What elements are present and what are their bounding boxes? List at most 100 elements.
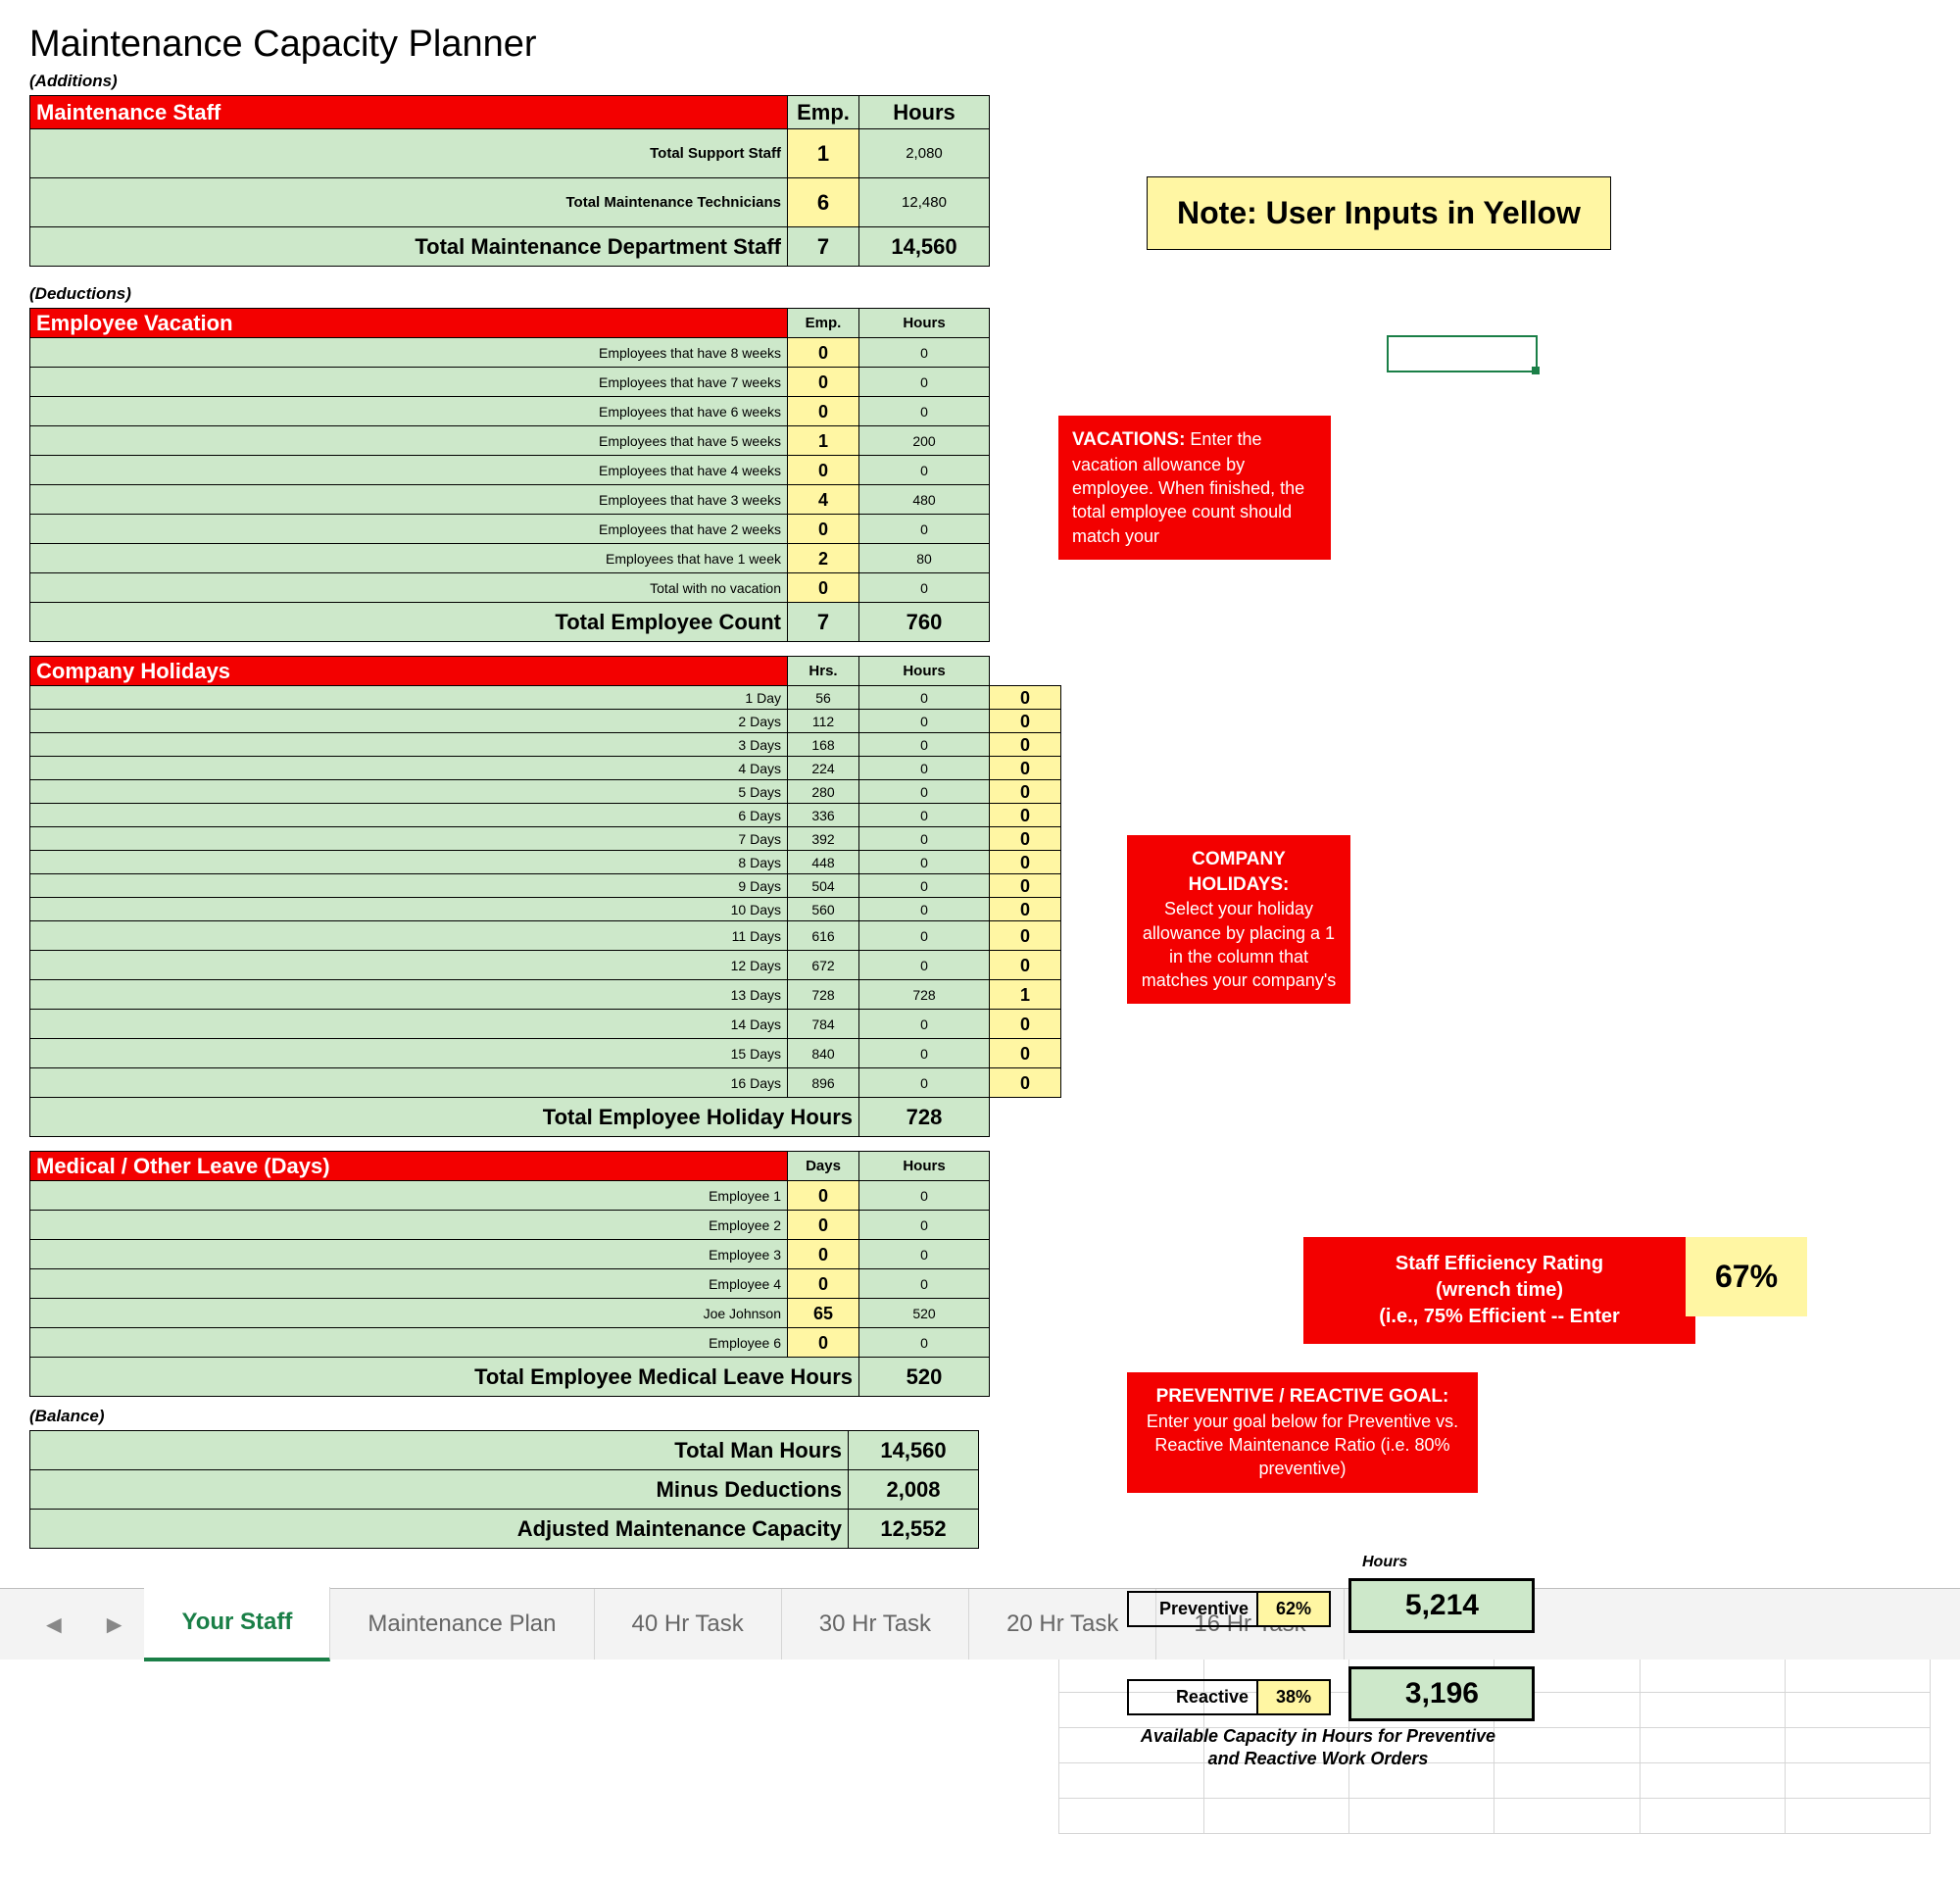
days-input[interactable]: 0 — [788, 1269, 859, 1299]
table-row: Employees that have 7 weeks 0 0 — [30, 368, 990, 397]
table-row: Employee 3 0 0 — [30, 1240, 990, 1269]
table-row: Employee 4 0 0 — [30, 1269, 990, 1299]
user-inputs-note: Note: User Inputs in Yellow — [1147, 176, 1611, 250]
holiday-select-input[interactable]: 0 — [990, 757, 1061, 780]
emp-input[interactable]: 1 — [788, 129, 859, 178]
holiday-select-input[interactable]: 0 — [990, 710, 1061, 733]
holiday-select-input[interactable]: 0 — [990, 686, 1061, 710]
days-input[interactable]: 0 — [788, 1181, 859, 1211]
days-input[interactable]: 0 — [788, 1240, 859, 1269]
efficiency-label: Staff Efficiency Rating (wrench time) (i… — [1303, 1237, 1695, 1344]
table-row: 14 Days 784 0 0 — [30, 1010, 1061, 1039]
table-row: Total with no vacation 0 0 — [30, 573, 990, 603]
col-emp: Emp. — [788, 96, 859, 129]
holiday-select-input[interactable]: 0 — [990, 827, 1061, 851]
table-row: Joe Johnson 65 520 — [30, 1299, 990, 1328]
holiday-select-input[interactable]: 1 — [990, 980, 1061, 1010]
sheet-tab[interactable]: 30 Hr Task — [782, 1589, 969, 1660]
vacation-info: VACATIONS: Enter the vacation allowance … — [1058, 416, 1331, 560]
col-hours: Hours — [859, 96, 990, 129]
table-row: Employees that have 3 weeks 4 480 — [30, 485, 990, 515]
medical-total-label: Total Employee Medical Leave Hours — [30, 1358, 859, 1397]
table-row: Employees that have 4 weeks 0 0 — [30, 456, 990, 485]
sheet-tabs: ◄ ► Your StaffMaintenance Plan40 Hr Task… — [0, 1588, 1960, 1660]
table-row: 16 Days 896 0 0 — [30, 1068, 1061, 1098]
vacation-header: Employee Vacation — [30, 309, 788, 338]
staff-table: Maintenance Staff Emp. Hours Total Suppo… — [29, 95, 990, 267]
emp-input[interactable]: 4 — [788, 485, 859, 515]
tab-next-icon[interactable]: ► — [84, 1610, 145, 1640]
days-input[interactable]: 0 — [788, 1328, 859, 1358]
holidays-total-label: Total Employee Holiday Hours — [30, 1098, 859, 1137]
table-row: Employees that have 1 week 2 80 — [30, 544, 990, 573]
days-input[interactable]: 65 — [788, 1299, 859, 1328]
staff-total-label: Total Maintenance Department Staff — [30, 227, 788, 267]
additions-heading: (Additions) — [29, 72, 1931, 91]
reactive-row: Reactive38% 3,196 — [1127, 1666, 1535, 1721]
emp-input[interactable]: 0 — [788, 456, 859, 485]
worksheet: Maintenance Capacity Planner (Additions)… — [0, 0, 1960, 1549]
page-title: Maintenance Capacity Planner — [29, 24, 1931, 66]
preventive-row: Preventive62% 5,214 — [1127, 1578, 1535, 1633]
selected-cell[interactable] — [1387, 335, 1538, 372]
emp-input[interactable]: 1 — [788, 426, 859, 456]
holiday-select-input[interactable]: 0 — [990, 780, 1061, 804]
sheet-tab[interactable]: Maintenance Plan — [330, 1589, 594, 1660]
table-row: 3 Days 168 0 0 — [30, 733, 1061, 757]
reactive-pct: 38% — [1258, 1679, 1331, 1715]
preventive-pct-input[interactable]: 62% — [1258, 1591, 1331, 1627]
days-input[interactable]: 0 — [788, 1211, 859, 1240]
medical-table: Medical / Other Leave (Days) Days Hours … — [29, 1151, 990, 1397]
table-row: Employee 2 0 0 — [30, 1211, 990, 1240]
deductions-heading: (Deductions) — [29, 284, 1931, 304]
table-row: 8 Days 448 0 0 — [30, 851, 1061, 874]
emp-input[interactable]: 0 — [788, 397, 859, 426]
staff-total-emp: 7 — [788, 227, 859, 267]
table-row: Total Man Hours 14,560 — [30, 1431, 979, 1470]
sheet-tab[interactable]: 40 Hr Task — [595, 1589, 782, 1660]
staff-header: Maintenance Staff — [30, 96, 788, 129]
holiday-select-input[interactable]: 0 — [990, 1010, 1061, 1039]
holiday-select-input[interactable]: 0 — [990, 898, 1061, 921]
table-row: 11 Days 616 0 0 — [30, 921, 1061, 951]
table-row: Total Support Staff 1 2,080 — [30, 129, 990, 178]
emp-input[interactable]: 6 — [788, 178, 859, 227]
table-row: Employees that have 6 weeks 0 0 — [30, 397, 990, 426]
holidays-table: Company Holidays Hrs. Hours 1 Day 56 0 0… — [29, 656, 1061, 1137]
table-row: Employee 1 0 0 — [30, 1181, 990, 1211]
holiday-select-input[interactable]: 0 — [990, 951, 1061, 980]
holiday-select-input[interactable]: 0 — [990, 874, 1061, 898]
emp-input[interactable]: 0 — [788, 338, 859, 368]
table-row: 15 Days 840 0 0 — [30, 1039, 1061, 1068]
holiday-select-input[interactable]: 0 — [990, 804, 1061, 827]
table-row: 6 Days 336 0 0 — [30, 804, 1061, 827]
emp-input[interactable]: 0 — [788, 573, 859, 603]
holiday-select-input[interactable]: 0 — [990, 921, 1061, 951]
emp-input[interactable]: 0 — [788, 368, 859, 397]
holiday-select-input[interactable]: 0 — [990, 851, 1061, 874]
tab-prev-icon[interactable]: ◄ — [24, 1610, 84, 1640]
table-row: 5 Days 280 0 0 — [30, 780, 1061, 804]
goal-hours-label: Hours — [1362, 1554, 1407, 1571]
efficiency-input[interactable]: 67% — [1686, 1237, 1807, 1316]
vacation-total-label: Total Employee Count — [30, 603, 788, 642]
emp-input[interactable]: 0 — [788, 515, 859, 544]
table-row: 13 Days 728 728 1 — [30, 980, 1061, 1010]
holidays-info: COMPANY HOLIDAYS: Select your holiday al… — [1127, 835, 1350, 1004]
emp-input[interactable]: 2 — [788, 544, 859, 573]
table-row: Total Maintenance Technicians 6 12,480 — [30, 178, 990, 227]
table-row: Adjusted Maintenance Capacity 12,552 — [30, 1510, 979, 1549]
holiday-select-input[interactable]: 0 — [990, 1068, 1061, 1098]
holiday-select-input[interactable]: 0 — [990, 1039, 1061, 1068]
sheet-tab[interactable]: Your Staff — [144, 1587, 330, 1661]
balance-heading: (Balance) — [29, 1407, 1931, 1426]
table-row: Minus Deductions 2,008 — [30, 1470, 979, 1510]
table-row: Employees that have 8 weeks 0 0 — [30, 338, 990, 368]
table-row: Employee 6 0 0 — [30, 1328, 990, 1358]
holiday-select-input[interactable]: 0 — [990, 733, 1061, 757]
table-row: 2 Days 112 0 0 — [30, 710, 1061, 733]
table-row: 9 Days 504 0 0 — [30, 874, 1061, 898]
table-row: 10 Days 560 0 0 — [30, 898, 1061, 921]
preventive-hours: 5,214 — [1348, 1578, 1535, 1633]
table-row: 1 Day 56 0 0 — [30, 686, 1061, 710]
